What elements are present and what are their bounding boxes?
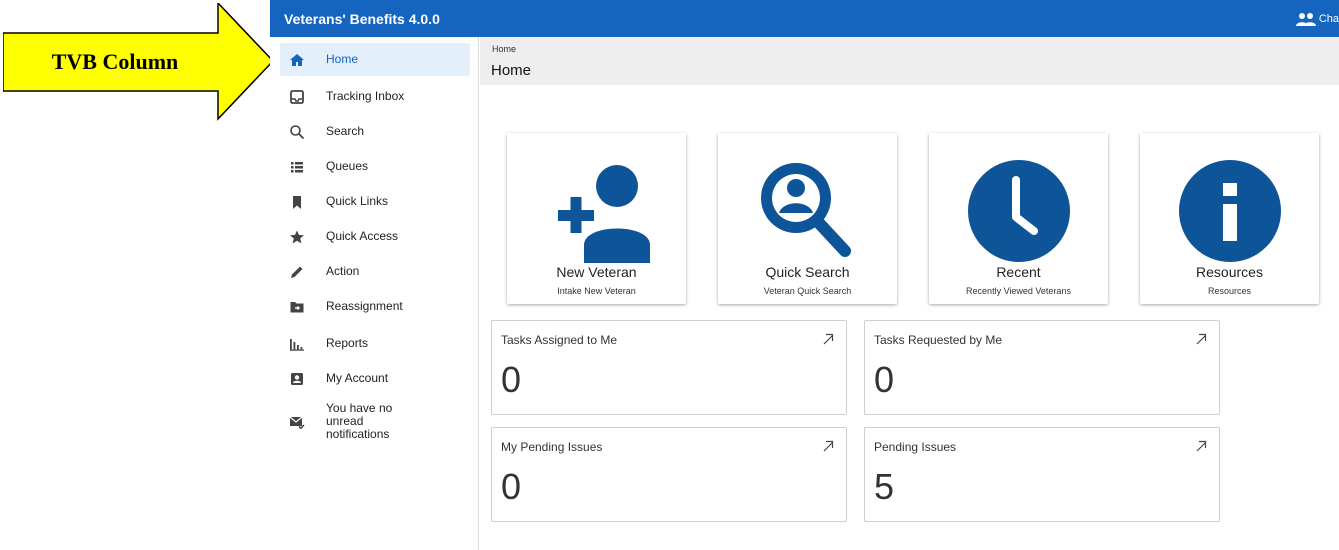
bar-chart-icon <box>289 336 305 352</box>
tvb-column-callout: TVB Column <box>3 3 278 123</box>
sidebar-item-quick-links[interactable]: Quick Links <box>280 185 470 218</box>
sidebar-item-notifications[interactable]: You have no unread notifications <box>280 401 470 441</box>
card-value: 0 <box>501 466 522 507</box>
card-label: Tasks Requested by Me <box>874 333 1003 347</box>
tile-subtitle: Recently Viewed Veterans <box>966 286 1071 296</box>
list-icon <box>289 159 305 175</box>
add-person-icon <box>557 165 650 263</box>
sidebar-item-label: Action <box>326 264 360 278</box>
tasks-assigned-card[interactable]: Tasks Assigned to Me 0 <box>491 320 847 415</box>
sidebar-item-label: Quick Links <box>326 194 389 208</box>
sidebar-item-quick-access[interactable]: Quick Access <box>280 220 470 253</box>
resources-tile[interactable]: Resources Resources <box>1140 133 1319 304</box>
sidebar-item-label: Reports <box>326 336 369 350</box>
sidebar-item-label: Tracking Inbox <box>326 89 405 103</box>
tasks-requested-card[interactable]: Tasks Requested by Me 0 <box>864 320 1220 415</box>
sidebar-item-label: Quick Access <box>326 229 399 243</box>
star-icon <box>289 229 305 245</box>
sidebar-item-label: Reassignment <box>326 299 403 313</box>
sidebar-item-label: Queues <box>326 159 369 173</box>
sidebar-item-label: My Account <box>326 371 389 385</box>
open-arrow-icon[interactable] <box>822 440 834 452</box>
inbox-icon <box>289 89 305 105</box>
person-search-icon <box>760 163 851 257</box>
tile-title: Resources <box>1196 264 1263 280</box>
user-menu[interactable]: Cha <box>1295 0 1339 37</box>
callout-label: TVB Column <box>51 49 179 74</box>
app-title: Veterans' Benefits 4.0.0 <box>284 10 440 27</box>
card-value: 5 <box>874 466 895 507</box>
home-icon <box>289 52 305 68</box>
page-title: Home <box>491 62 532 79</box>
sidebar-item-my-account[interactable]: My Account <box>280 362 470 395</box>
quick-search-tile[interactable]: Quick Search Veteran Quick Search <box>718 133 897 304</box>
open-arrow-icon[interactable] <box>1195 440 1207 452</box>
people-icon <box>1295 12 1316 26</box>
sidebar-item-tracking-inbox[interactable]: Tracking Inbox <box>280 80 470 113</box>
pending-issues-card[interactable]: Pending Issues 5 <box>864 427 1220 522</box>
sidebar-item-label: You have no unread notifications <box>326 401 393 441</box>
info-icon <box>1178 160 1281 262</box>
sidebar-item-reassignment[interactable]: Reassignment <box>280 290 470 323</box>
card-label: Tasks Assigned to Me <box>501 333 618 347</box>
tile-title: New Veteran <box>556 264 637 280</box>
card-label: Pending Issues <box>874 440 957 454</box>
tile-title: Quick Search <box>765 264 850 280</box>
open-arrow-icon[interactable] <box>1195 333 1207 345</box>
folder-move-icon <box>289 299 305 315</box>
sidebar-item-action[interactable]: Action <box>280 255 470 288</box>
sidebar-item-queues[interactable]: Queues <box>280 150 470 183</box>
card-label: My Pending Issues <box>501 440 603 454</box>
top-app-bar: Veterans' Benefits 4.0.0 Cha <box>270 0 1339 37</box>
search-icon <box>289 124 305 140</box>
sidebar-item-home[interactable]: Home <box>280 43 470 76</box>
sidebar: Home Tracking Inbox Search Queues Quick … <box>270 37 479 550</box>
account-box-icon <box>289 371 305 387</box>
bookmark-icon <box>289 194 305 210</box>
page-header: Home Home <box>480 37 1339 85</box>
pencil-icon <box>289 264 305 280</box>
tile-subtitle: Resources <box>1207 286 1252 296</box>
sidebar-item-label: Home <box>326 52 359 66</box>
card-value: 0 <box>874 359 895 400</box>
tile-title: Recent <box>996 264 1041 280</box>
sidebar-item-label: Search <box>326 124 365 138</box>
card-value: 0 <box>501 359 522 400</box>
my-pending-issues-card[interactable]: My Pending Issues 0 <box>491 427 847 522</box>
tile-subtitle: Veteran Quick Search <box>763 286 852 296</box>
mail-check-icon <box>289 414 305 430</box>
new-veteran-tile[interactable]: New Veteran Intake New Veteran <box>507 133 686 304</box>
breadcrumb[interactable]: Home <box>492 44 516 54</box>
clock-icon <box>967 160 1070 262</box>
recent-tile[interactable]: Recent Recently Viewed Veterans <box>929 133 1108 304</box>
sidebar-item-search[interactable]: Search <box>280 115 470 148</box>
tile-subtitle: Intake New Veteran <box>557 286 636 296</box>
user-label: Cha <box>1318 12 1339 25</box>
open-arrow-icon[interactable] <box>822 333 834 345</box>
sidebar-item-reports[interactable]: Reports <box>280 327 470 360</box>
